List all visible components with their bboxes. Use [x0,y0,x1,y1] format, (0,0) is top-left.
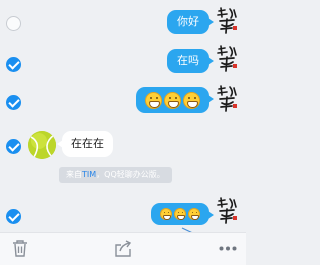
message-bubble-outgoing[interactable]: 在吗 [167,49,214,73]
share-icon[interactable] [114,240,132,257]
message-bubble-outgoing[interactable] [151,203,214,225]
grin-emoji-icon [164,91,181,109]
select-circle-message-5[interactable] [6,209,21,224]
system-tip: 来自TIM，QQ轻聊办公版。 [59,167,172,183]
grin-emoji-icon [183,91,200,109]
calligraphy-avatar-icon[interactable] [214,6,242,36]
message-bubble-incoming[interactable]: 在在在 [57,131,113,157]
calligraphy-avatar-icon[interactable] [214,84,242,114]
message-bubble-outgoing[interactable] [136,87,214,113]
select-circle-message-4[interactable] [6,139,21,154]
tennis-ball-avatar-icon[interactable] [28,131,56,159]
calligraphy-avatar-icon[interactable] [214,44,242,74]
calligraphy-avatar-icon[interactable] [214,196,242,226]
more-dots-icon[interactable] [219,246,237,251]
tip-prefix: 来自 [66,170,82,179]
message-text: 在在在 [71,137,104,150]
message-text: 在吗 [177,54,199,67]
select-circle-message-1[interactable] [6,16,21,31]
message-bubble-outgoing[interactable]: 你好 [167,10,214,34]
tip-suffix: ，QQ轻聊办公版。 [96,170,165,179]
tim-link[interactable]: TIM [82,170,96,179]
grin-emoji-icon [145,91,162,109]
bottom-toolbar [0,232,246,265]
message-text: 你好 [177,15,199,28]
select-circle-message-2[interactable] [6,57,21,72]
grin-emoji-icon [174,208,186,220]
grin-emoji-icon [160,208,172,220]
grin-emoji-icon [188,208,200,220]
select-circle-message-3[interactable] [6,95,21,110]
trash-icon[interactable] [12,240,28,257]
